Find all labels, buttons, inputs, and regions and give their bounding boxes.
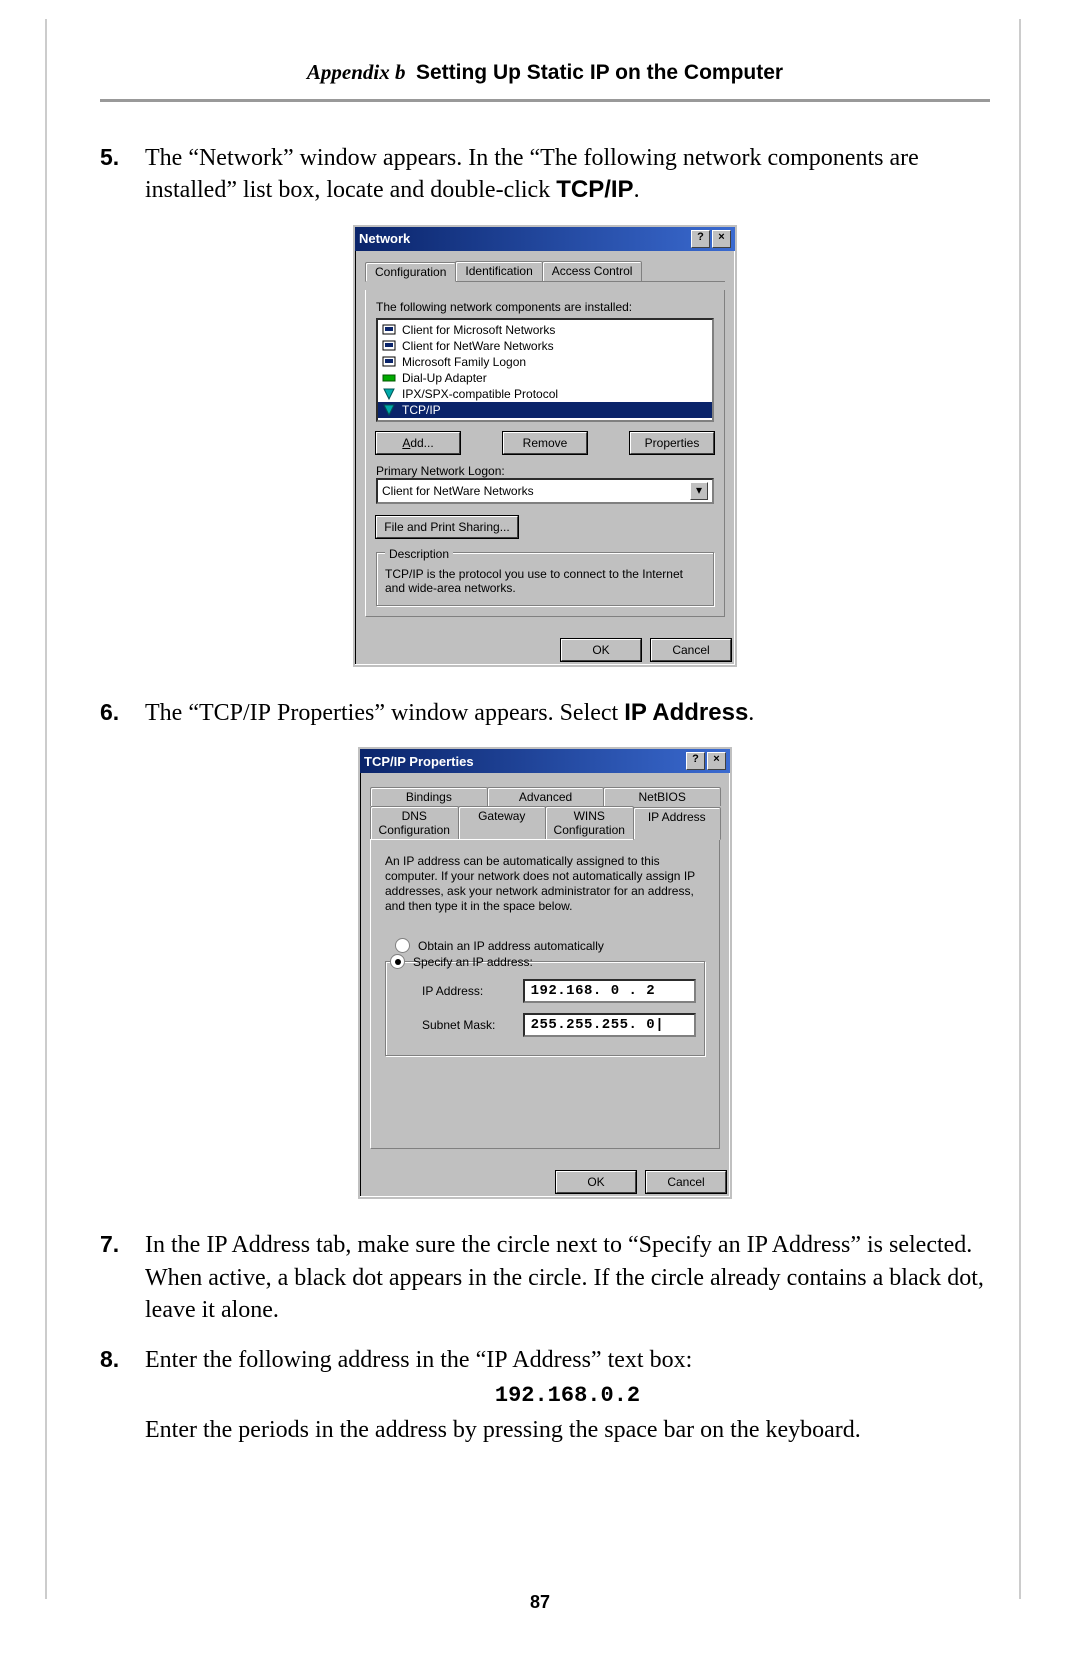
description-text: TCP/IP is the protocol you use to connec…	[385, 567, 705, 595]
step-6-text: The “TCP/IP Properties” window appears. …	[145, 697, 990, 729]
tab-identification[interactable]: Identification	[455, 261, 542, 281]
radio-obtain-auto[interactable]: Obtain an IP address automatically	[395, 938, 705, 953]
step-8: 8. Enter the following address in the “I…	[100, 1344, 990, 1446]
add-button[interactable]: Add...	[376, 432, 460, 454]
primary-logon-label: Primary Network Logon:	[376, 464, 714, 478]
list-item-tcpip[interactable]: TCP/IP	[378, 402, 712, 418]
step-6-number: 6.	[100, 697, 145, 729]
step-7: 7. In the IP Address tab, make sure the …	[100, 1229, 990, 1326]
list-item[interactable]: Dial-Up Adapter	[378, 370, 712, 386]
close-icon[interactable]: ×	[707, 752, 726, 770]
ip-code-value: 192.168.0.2	[145, 1381, 990, 1411]
step-5-text: The “Network” window appears. In the “Th…	[145, 142, 990, 207]
radio-specify-ip[interactable]: Specify an IP address:	[390, 954, 696, 969]
help-icon[interactable]: ?	[686, 752, 705, 770]
help-icon[interactable]: ?	[691, 230, 710, 248]
components-label: The following network components are ins…	[376, 300, 714, 314]
page-rule-right	[1019, 19, 1021, 1599]
close-icon[interactable]: ×	[712, 230, 731, 248]
step-5: 5. The “Network” window appears. In the …	[100, 142, 990, 207]
tab-dns-configuration[interactable]: DNS Configuration	[370, 806, 459, 839]
protocol-icon	[382, 403, 396, 417]
tab-configuration[interactable]: Configuration	[365, 262, 456, 282]
description-title: Description	[385, 547, 453, 561]
tcpip-title: TCP/IP Properties	[364, 754, 474, 769]
properties-button[interactable]: Properties	[630, 432, 714, 454]
figure-network-dialog: Network ? × Configuration Identification…	[100, 225, 990, 667]
network-tabs: Configuration Identification Access Cont…	[365, 261, 725, 282]
ip-address-label: IP Address:	[422, 984, 509, 998]
figure-tcpip-dialog: TCP/IP Properties ? × Bindings Advanced …	[100, 747, 990, 1199]
chevron-down-icon[interactable]: ▾	[690, 482, 708, 500]
components-listbox[interactable]: Client for Microsoft Networks Client for…	[376, 318, 714, 422]
tab-bindings[interactable]: Bindings	[370, 787, 488, 806]
tab-netbios[interactable]: NetBIOS	[603, 787, 721, 806]
tcpip-titlebar[interactable]: TCP/IP Properties ? ×	[360, 749, 730, 773]
page-rule-left	[45, 19, 47, 1599]
list-item[interactable]: Microsoft Family Logon	[378, 354, 712, 370]
step-8-text: Enter the following address in the “IP A…	[145, 1344, 990, 1446]
radio-filled-icon	[390, 954, 405, 969]
file-print-sharing-button[interactable]: File and Print Sharing...	[376, 516, 518, 538]
subnet-mask-input[interactable]: 255.255.255. 0|	[523, 1013, 696, 1037]
network-titlebar[interactable]: Network ? ×	[355, 227, 735, 251]
tab-ip-address[interactable]: IP Address	[633, 807, 722, 840]
protocol-icon	[382, 387, 396, 401]
primary-logon-value: Client for NetWare Networks	[382, 484, 534, 498]
adapter-icon	[382, 371, 396, 385]
chapter-title: Setting Up Static IP on the Computer	[416, 61, 783, 84]
tab-access-control[interactable]: Access Control	[542, 261, 643, 281]
remove-button[interactable]: Remove	[503, 432, 587, 454]
tab-gateway[interactable]: Gateway	[458, 806, 547, 839]
cancel-button[interactable]: Cancel	[646, 1171, 726, 1193]
step-5-number: 5.	[100, 142, 145, 207]
list-item[interactable]: Client for NetWare Networks	[378, 338, 712, 354]
ok-button[interactable]: OK	[561, 639, 641, 661]
appendix-label: Appendix b	[307, 60, 406, 84]
tab-wins-configuration[interactable]: WINS Configuration	[545, 806, 634, 839]
cancel-button[interactable]: Cancel	[651, 639, 731, 661]
step-8-number: 8.	[100, 1344, 145, 1446]
tab-advanced[interactable]: Advanced	[487, 787, 605, 806]
client-icon	[382, 339, 396, 353]
ok-button[interactable]: OK	[556, 1171, 636, 1193]
step-7-text: In the IP Address tab, make sure the cir…	[145, 1229, 990, 1326]
tcpip-tabs: Bindings Advanced NetBIOS DNS Configurat…	[370, 783, 720, 839]
head-rule	[100, 99, 990, 102]
radio-empty-icon	[395, 938, 410, 953]
primary-logon-dropdown[interactable]: Client for NetWare Networks ▾	[376, 478, 714, 504]
ip-info-text: An IP address can be automatically assig…	[385, 854, 705, 914]
running-head: Appendix b Setting Up Static IP on the C…	[100, 60, 990, 85]
list-item[interactable]: IPX/SPX-compatible Protocol	[378, 386, 712, 402]
subnet-mask-label: Subnet Mask:	[422, 1018, 509, 1032]
ip-address-input[interactable]: 192.168. 0 . 2	[523, 979, 696, 1003]
step-7-number: 7.	[100, 1229, 145, 1326]
client-icon	[382, 355, 396, 369]
client-icon	[382, 323, 396, 337]
list-item[interactable]: Client for Microsoft Networks	[378, 322, 712, 338]
page-number: 87	[0, 1592, 1080, 1613]
step-6: 6. The “TCP/IP Properties” window appear…	[100, 697, 990, 729]
network-title: Network	[359, 231, 410, 246]
